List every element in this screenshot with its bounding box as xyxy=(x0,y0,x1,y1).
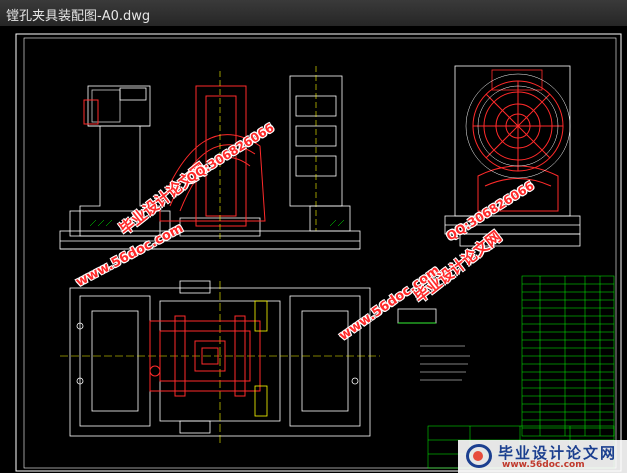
logo-mark-icon xyxy=(466,444,492,468)
detail-view xyxy=(397,308,437,324)
technical-notes xyxy=(420,345,470,381)
logo-url: www.56doc.com xyxy=(502,460,585,470)
top-view-yellow-details xyxy=(254,300,268,417)
drawing-canvas[interactable]: www.56doc.com 毕业设计论文网 QQ:306826066 www.5… xyxy=(0,26,627,473)
top-view xyxy=(60,280,380,444)
cad-drawing xyxy=(15,33,622,472)
drawing-inner-frame xyxy=(23,37,617,469)
drawing-frame xyxy=(15,33,622,472)
site-logo: 毕业设计论文网 www.56doc.com xyxy=(458,440,627,473)
window-titlebar: 镗孔夹具装配图-A0.dwg xyxy=(0,0,627,27)
window-title: 镗孔夹具装配图-A0.dwg xyxy=(6,9,151,24)
